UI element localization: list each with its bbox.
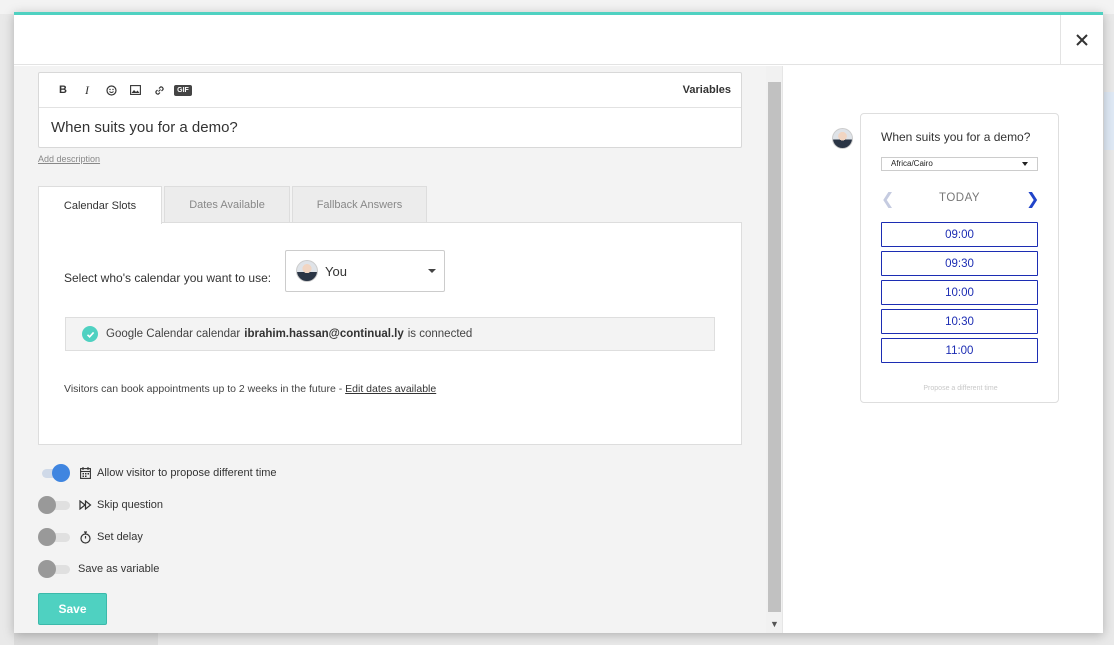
question-editor: B I GIF Variables When suits you for a d… xyxy=(38,72,742,148)
preview-card: When suits you for a demo? Africa/Cairo … xyxy=(860,113,1059,403)
time-slot-button[interactable]: 10:30 xyxy=(881,309,1038,334)
time-slot-button[interactable]: 09:30 xyxy=(881,251,1038,276)
calendar-user-select[interactable]: You xyxy=(285,250,445,292)
editor-scrollbar[interactable]: ▼ xyxy=(766,66,782,633)
close-button[interactable] xyxy=(1060,15,1103,65)
link-icon xyxy=(154,85,164,95)
emoji-button[interactable] xyxy=(99,80,123,100)
connection-prefix: Google Calendar calendar xyxy=(106,328,241,340)
stopwatch-icon xyxy=(78,530,92,544)
gif-icon: GIF xyxy=(174,84,192,96)
background-footer xyxy=(14,633,158,645)
settings-tabs: Calendar Slots Dates Available Fallback … xyxy=(38,186,429,224)
timezone-select[interactable]: Africa/Cairo xyxy=(881,157,1038,171)
save-variable-toggle[interactable] xyxy=(38,560,70,578)
toggle-row-save-variable: Save as variable xyxy=(38,560,160,578)
save-button[interactable]: Save xyxy=(38,593,107,625)
time-slot-button[interactable]: 10:00 xyxy=(881,280,1038,305)
calendar-select-label: Select who's calendar you want to use: xyxy=(64,271,272,285)
tab-calendar-slots[interactable]: Calendar Slots xyxy=(38,186,162,224)
edit-dates-link[interactable]: Edit dates available xyxy=(345,383,436,395)
booking-note: Visitors can book appointments up to 2 w… xyxy=(64,383,436,395)
background-panel xyxy=(1104,92,1114,150)
bot-avatar xyxy=(832,128,853,149)
image-icon xyxy=(129,85,141,95)
scroll-down-icon[interactable]: ▼ xyxy=(770,619,779,629)
variables-button[interactable]: Variables xyxy=(683,84,731,96)
save-variable-label: Save as variable xyxy=(78,563,160,575)
image-button[interactable] xyxy=(123,80,147,100)
preview-question: When suits you for a demo? xyxy=(881,130,1031,144)
italic-button[interactable]: I xyxy=(75,80,99,100)
time-slot-button[interactable]: 09:00 xyxy=(881,222,1038,247)
tab-fallback-answers[interactable]: Fallback Answers xyxy=(292,186,427,223)
time-slot-button[interactable]: 11:00 xyxy=(881,338,1038,363)
formatting-toolbar: B I GIF Variables xyxy=(39,73,741,108)
check-circle-icon xyxy=(82,326,98,342)
tab-dates-available[interactable]: Dates Available xyxy=(164,186,290,223)
calendar-icon xyxy=(78,467,92,479)
preview-pane: When suits you for a demo? Africa/Cairo … xyxy=(782,66,1103,633)
connected-email: ibrahim.hassan@continual.ly xyxy=(244,328,404,340)
propose-time-label: Allow visitor to propose different time xyxy=(97,467,277,479)
chevron-down-icon xyxy=(1022,162,1028,166)
close-icon xyxy=(1076,34,1088,46)
selected-user-label: You xyxy=(325,263,347,279)
skip-question-toggle[interactable] xyxy=(38,496,70,514)
link-button[interactable] xyxy=(147,80,171,100)
calendar-connected-status: Google Calendar calendar ibrahim.hassan@… xyxy=(65,317,715,351)
set-delay-label: Set delay xyxy=(97,531,143,543)
emoji-icon xyxy=(105,84,117,96)
question-editor-modal: B I GIF Variables When suits you for a d… xyxy=(14,12,1103,633)
modal-header xyxy=(14,15,1103,65)
chevron-down-icon xyxy=(428,269,436,273)
booking-note-text: Visitors can book appointments up to 2 w… xyxy=(64,383,346,395)
fast-forward-icon xyxy=(78,500,92,510)
gif-button[interactable]: GIF xyxy=(171,80,195,100)
set-delay-toggle[interactable] xyxy=(38,528,70,546)
question-input[interactable]: When suits you for a demo? xyxy=(39,108,741,147)
avatar xyxy=(296,260,318,282)
toggle-row-skip-question: Skip question xyxy=(38,496,164,514)
timezone-value: Africa/Cairo xyxy=(891,159,933,168)
add-description-link[interactable]: Add description xyxy=(38,154,100,164)
bold-button[interactable]: B xyxy=(51,80,75,100)
day-label: TODAY xyxy=(939,192,981,204)
toggle-row-set-delay: Set delay xyxy=(38,528,143,546)
connection-suffix: is connected xyxy=(407,328,473,340)
toggle-row-propose-time: Allow visitor to propose different time xyxy=(38,464,277,482)
scrollbar-thumb[interactable] xyxy=(768,82,781,612)
editor-pane: B I GIF Variables When suits you for a d… xyxy=(14,66,766,633)
skip-question-label: Skip question xyxy=(97,499,164,511)
calendar-slots-panel: Select who's calendar you want to use: Y… xyxy=(38,222,742,445)
propose-time-link[interactable]: Propose a different time xyxy=(861,385,1060,392)
chevron-right-icon[interactable]: ❯ xyxy=(1026,189,1039,209)
propose-time-toggle[interactable] xyxy=(38,464,70,482)
chevron-left-icon[interactable]: ❮ xyxy=(881,189,894,209)
